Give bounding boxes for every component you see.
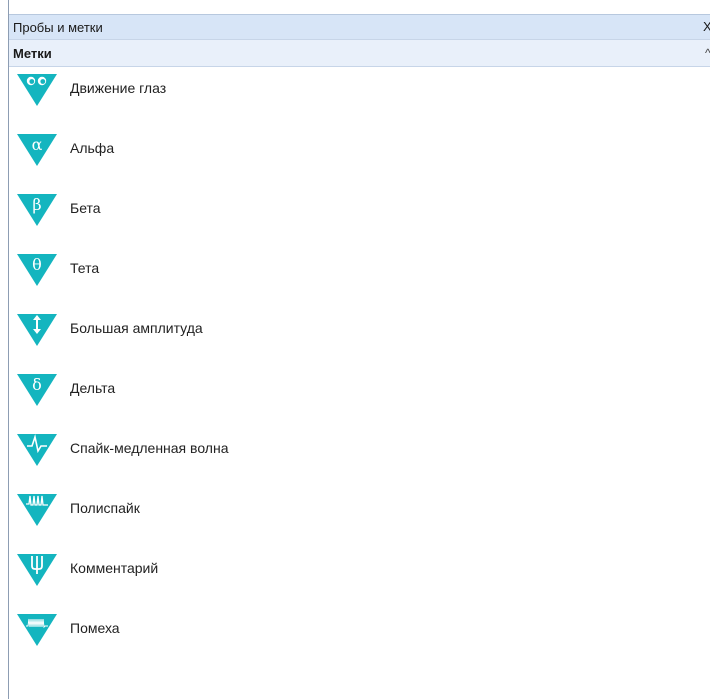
mark-label: Бета [70, 200, 101, 216]
mark-label: Спайк-медленная волна [70, 440, 229, 456]
panel-titlebar: Пробы и метки X [9, 14, 710, 39]
mark-item-high-amplitude[interactable]: Большая амплитуда [17, 307, 417, 351]
mark-item-comment[interactable]: Комментарий [17, 547, 417, 591]
section-label: Метки [13, 46, 52, 61]
mark-label: Полиспайк [70, 500, 140, 516]
svg-text:θ: θ [32, 255, 42, 274]
mark-item-spike-slow-wave[interactable]: Спайк-медленная волна [17, 427, 417, 471]
svg-text:δ: δ [32, 375, 42, 394]
mark-label: Большая амплитуда [70, 320, 203, 336]
mark-label: Движение глаз [70, 80, 167, 96]
mark-item-eye-movement[interactable]: Движение глаз [17, 67, 417, 111]
alpha-icon: α [17, 132, 57, 168]
marks-panel: Пробы и метки X Метки ^ Движение глаз α … [8, 0, 710, 699]
polyspike-icon [17, 492, 57, 528]
noise-icon [17, 612, 57, 648]
mark-label: Комментарий [70, 560, 159, 576]
collapse-button[interactable]: ^ [705, 46, 710, 60]
mark-item-theta[interactable]: θ Тета [17, 247, 417, 291]
mark-item-polyspike[interactable]: Полиспайк [17, 487, 417, 531]
close-button[interactable]: X [703, 19, 710, 35]
mark-item-noise[interactable]: Помеха [17, 607, 417, 651]
mark-item-delta[interactable]: δ Дельта [17, 367, 417, 411]
section-header-marks[interactable]: Метки ^ [9, 39, 710, 67]
mark-label: Альфа [70, 140, 115, 156]
theta-icon: θ [17, 252, 57, 288]
mark-label: Дельта [70, 380, 116, 396]
mark-item-beta[interactable]: β Бета [17, 187, 417, 231]
comment-icon [17, 552, 57, 588]
svg-text:β: β [32, 195, 41, 214]
mark-label: Тета [70, 260, 100, 276]
spike-slow-wave-icon [17, 432, 57, 468]
svg-text:α: α [32, 135, 43, 154]
high-amplitude-icon [17, 312, 57, 348]
panel-title: Пробы и метки [13, 20, 103, 35]
beta-icon: β [17, 192, 57, 228]
delta-icon: δ [17, 372, 57, 408]
mark-label: Помеха [70, 620, 120, 636]
mark-item-alpha[interactable]: α Альфа [17, 127, 417, 171]
eye-movement-icon [17, 72, 57, 108]
